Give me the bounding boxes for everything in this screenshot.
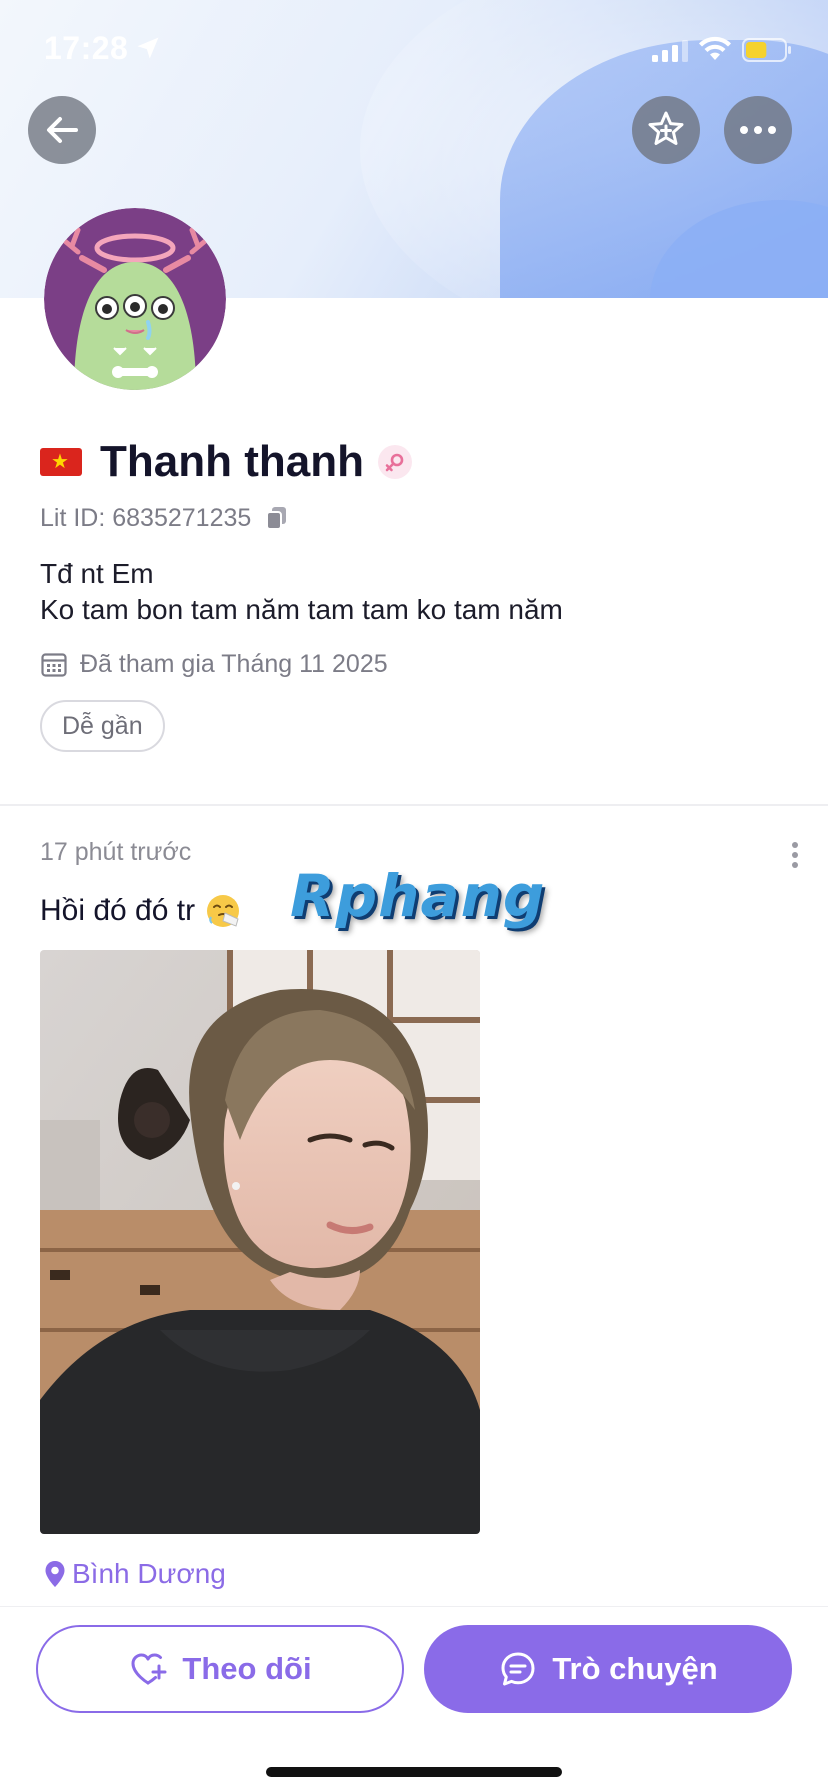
joined-date: Đã tham gia Tháng 11 2025 bbox=[80, 649, 388, 678]
follow-label: Theo dõi bbox=[182, 1651, 312, 1686]
female-icon bbox=[377, 445, 412, 479]
monster-avatar bbox=[44, 208, 226, 390]
chat-button[interactable]: Trò chuyện bbox=[424, 1625, 792, 1713]
copy-icon[interactable] bbox=[265, 505, 289, 531]
chat-bubble-icon bbox=[501, 1652, 535, 1686]
home-indicator bbox=[266, 1767, 562, 1777]
chat-label: Trò chuyện bbox=[552, 1651, 718, 1686]
bottom-action-bar: Theo dõi Trò chuyện bbox=[0, 1606, 828, 1792]
profile-avatar[interactable] bbox=[44, 208, 226, 390]
post-text: Hồi đó đó tr bbox=[40, 890, 241, 932]
post-photo[interactable] bbox=[40, 950, 480, 1534]
location-arrow-icon bbox=[137, 37, 159, 59]
profile-bio: Tđ nt Em Ko tam bon tam năm tam tam ko t… bbox=[40, 556, 563, 628]
vietnam-flag-icon: ★ bbox=[40, 448, 82, 476]
heart-plus-icon bbox=[131, 1653, 167, 1685]
bio-line-1: Tđ nt Em bbox=[40, 558, 154, 589]
photo bbox=[40, 950, 480, 1534]
personality-tag: Dễ gần bbox=[40, 700, 165, 752]
arrow-left-icon bbox=[47, 117, 78, 143]
calendar-icon bbox=[41, 653, 67, 677]
watermark: Rphang bbox=[290, 862, 546, 930]
vertical-dots-icon[interactable] bbox=[780, 840, 810, 870]
post-caption: Hồi đó đó tr bbox=[40, 894, 196, 927]
location-text: Bình Dương bbox=[72, 1558, 226, 1589]
more-options-button[interactable] bbox=[724, 96, 792, 164]
profile-name: Thanh thanh bbox=[100, 437, 364, 486]
status-time: 17:28 bbox=[44, 30, 129, 66]
cellular-signal-icon bbox=[652, 40, 688, 62]
bio-line-2: Ko tam bon tam năm tam tam ko tam năm bbox=[40, 594, 563, 625]
profile-name-row: ★ Thanh thanh bbox=[40, 434, 412, 490]
back-button[interactable] bbox=[28, 96, 96, 164]
section-divider bbox=[0, 804, 828, 806]
lit-id: Lit ID: 6835271235 bbox=[40, 503, 252, 532]
favorite-button[interactable] bbox=[632, 96, 700, 164]
post-timestamp: 17 phút trước bbox=[40, 838, 192, 866]
joined-row: Đã tham gia Tháng 11 2025 bbox=[40, 648, 388, 680]
battery-icon bbox=[742, 38, 791, 62]
map-pin-icon bbox=[45, 1561, 65, 1587]
sneezing-face-emoji bbox=[207, 895, 240, 927]
lit-id-row: Lit ID: 6835271235 bbox=[40, 502, 289, 534]
follow-button[interactable]: Theo dõi bbox=[36, 1625, 404, 1713]
wifi-icon bbox=[699, 36, 731, 60]
post-location[interactable]: Bình Dương bbox=[44, 1556, 226, 1592]
status-bar: 17:28 bbox=[0, 0, 828, 100]
ellipsis-icon bbox=[740, 126, 776, 134]
star-add-icon bbox=[648, 111, 684, 145]
